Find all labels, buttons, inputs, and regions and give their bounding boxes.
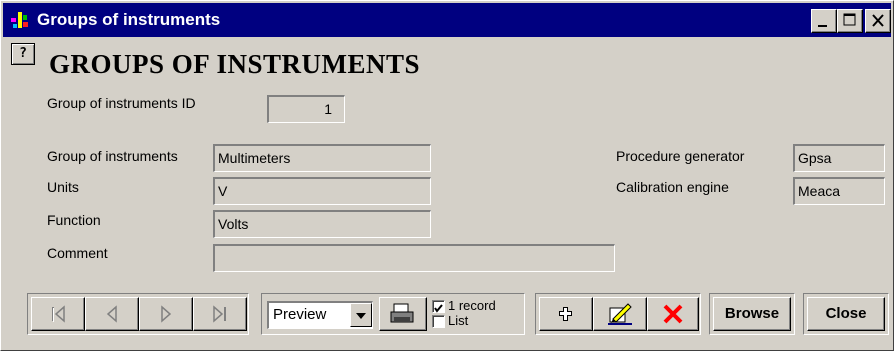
close-button[interactable]: Close [807, 297, 885, 331]
function-label: Function [47, 212, 101, 228]
units-field[interactable]: V [213, 177, 431, 205]
comment-field[interactable] [213, 244, 615, 272]
calibration-engine-field[interactable]: Meaca [793, 177, 885, 205]
previous-record-icon [106, 305, 117, 323]
list-label: List [448, 313, 469, 328]
units-label: Units [47, 179, 79, 195]
edit-record-button[interactable] [593, 297, 647, 331]
add-record-button[interactable] [539, 297, 593, 331]
calibration-engine-label: Calibration engine [616, 179, 729, 195]
function-field[interactable]: Volts [213, 210, 431, 238]
edit-icon [608, 303, 632, 325]
page-title: GROUPS OF INSTRUMENTS [49, 49, 421, 79]
checkmark-icon [434, 304, 443, 313]
previous-record-button[interactable] [85, 297, 139, 331]
last-record-icon [213, 305, 226, 323]
output-select[interactable]: Preview [267, 301, 373, 329]
close-icon [872, 14, 884, 27]
list-checkbox[interactable] [432, 315, 445, 328]
first-record-button[interactable] [31, 297, 85, 331]
window-title: Groups of instruments [37, 10, 221, 29]
one-record-checkbox[interactable] [432, 300, 445, 313]
title-bar[interactable]: Groups of instruments [3, 3, 891, 37]
maximize-button[interactable] [837, 9, 863, 33]
procedure-generator-field[interactable]: Gpsa [793, 144, 885, 172]
browse-button[interactable]: Browse [713, 297, 791, 331]
procedure-generator-label: Procedure generator [616, 148, 745, 164]
one-record-label: 1 record [448, 298, 496, 313]
chevron-down-icon [356, 313, 366, 319]
group-id-field[interactable]: 1 [267, 95, 345, 123]
help-icon[interactable]: ? [11, 43, 35, 65]
print-button[interactable] [379, 297, 427, 331]
group-id-label: Group of instruments ID [47, 95, 196, 111]
delete-x-icon [663, 304, 683, 324]
next-record-button[interactable] [139, 297, 193, 331]
next-record-icon [161, 305, 172, 323]
last-record-button[interactable] [193, 297, 247, 331]
dropdown-arrow-button[interactable] [350, 303, 372, 327]
printer-icon [390, 303, 414, 323]
first-record-icon [52, 305, 65, 323]
output-select-value: Preview [273, 306, 327, 323]
groups-window: Groups of instruments ? GROUPS OF INSTRU… [0, 0, 894, 351]
close-window-button[interactable] [865, 9, 891, 33]
plus-icon [559, 307, 572, 321]
group-field[interactable]: Multimeters [213, 144, 431, 172]
app-icon [11, 12, 28, 28]
group-label: Group of instruments [47, 148, 178, 164]
minimize-icon [818, 25, 827, 27]
delete-record-button[interactable] [647, 297, 699, 331]
maximize-icon [843, 13, 856, 26]
minimize-button[interactable] [811, 9, 837, 33]
comment-label: Comment [47, 245, 108, 261]
